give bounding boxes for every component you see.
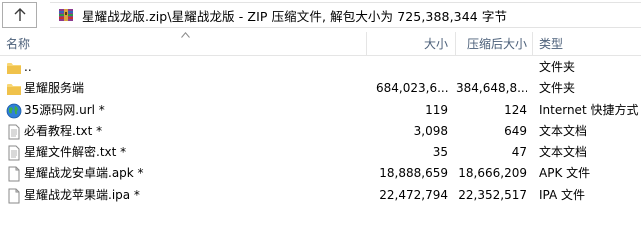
file-packed-size: 649 [504,123,527,138]
file-icon [8,166,20,182]
address-bar: 星耀战龙版.zip\星耀战龙版 - ZIP 压缩文件, 解包大小为 725,38… [0,0,641,32]
file-list: .. 文件夹 星耀服务端 684,023,6... 384,648,8... 文… [0,57,641,206]
file-row[interactable]: 星耀服务端 684,023,6... 384,648,8... 文件夹 [0,78,641,99]
arrow-up-icon [14,8,25,21]
file-row[interactable]: 必看教程.txt * 3,098 649 文本文档 [0,121,641,142]
file-size: 684,023,6... [376,81,448,96]
path-field[interactable]: 星耀战龙版.zip\星耀战龙版 - ZIP 压缩文件, 解包大小为 725,38… [50,2,641,28]
globe-icon [6,103,22,118]
file-packed-size [456,57,527,78]
file-size: 119 [425,102,448,117]
up-folder-button[interactable] [2,2,37,28]
column-packed-size[interactable]: 压缩后大小 [456,32,527,55]
file-type: 文本文档 [539,145,588,160]
column-header: 名称 大小 压缩后大小 类型 [0,32,641,56]
file-type: 文件夹 [539,60,576,74]
file-name: 星耀战龙苹果端.ipa * [24,187,140,202]
file-name: 星耀战龙安卓端.apk * [24,166,144,181]
file-row[interactable]: 星耀文件解密.txt * 35 47 文本文档 [0,142,641,163]
file-row[interactable]: 星耀战龙安卓端.apk * 18,888,659 18,666,209 APK … [0,163,641,184]
column-divider[interactable] [532,32,533,55]
file-icon [8,188,20,204]
archive-icon [59,9,73,21]
folder-icon [7,63,21,74]
file-size: 3,098 [413,123,448,138]
file-size [376,57,448,78]
column-size[interactable]: 大小 [376,32,448,55]
column-type[interactable]: 类型 [539,32,639,55]
file-type: 文本文档 [539,123,588,138]
file-packed-size: 47 [511,145,527,160]
file-name: .. [24,60,32,74]
file-packed-size: 22,352,517 [458,187,527,202]
file-row[interactable]: 35源码网.url * 119 124 Internet 快捷方式 [0,100,641,121]
file-row-parent[interactable]: .. 文件夹 [0,57,641,78]
file-type: 文件夹 [539,81,576,96]
file-size: 35 [432,145,448,160]
file-packed-size: 18,666,209 [458,166,527,181]
file-size: 22,472,794 [379,187,448,202]
file-type: IPA 文件 [539,187,586,202]
file-type: Internet 快捷方式 [539,102,639,117]
file-name: 星耀服务端 [24,81,85,96]
column-name[interactable]: 名称 [6,32,366,55]
archive-path: 星耀战龙版.zip\星耀战龙版 - ZIP 压缩文件, 解包大小为 725,38… [82,8,508,24]
text-file-icon [8,145,20,161]
file-name: 星耀文件解密.txt * [24,145,127,160]
folder-icon [7,84,21,96]
file-size: 18,888,659 [379,166,448,181]
file-type: APK 文件 [539,166,591,181]
file-packed-size: 124 [504,102,527,117]
file-packed-size: 384,648,8... [456,81,527,96]
file-name: 35源码网.url * [24,102,105,117]
file-name: 必看教程.txt * [24,123,103,138]
column-divider[interactable] [366,32,367,55]
text-file-icon [8,124,20,140]
file-row[interactable]: 星耀战龙苹果端.ipa * 22,472,794 22,352,517 IPA … [0,185,641,206]
